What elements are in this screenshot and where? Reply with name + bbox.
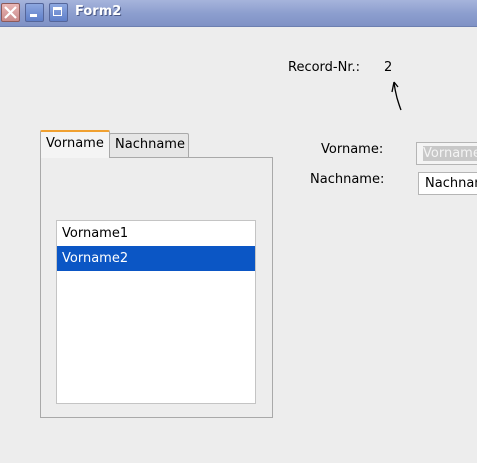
maximize-button[interactable] xyxy=(49,3,68,22)
list-item[interactable]: Vorname1 xyxy=(57,221,255,246)
tab-label: Vorname xyxy=(46,136,104,151)
list-item-selected[interactable]: Vorname2 xyxy=(57,246,255,271)
tab-vorname[interactable]: Vorname xyxy=(40,130,110,158)
nachname-label: Nachname: xyxy=(310,172,385,187)
vorname-field[interactable]: Vorname xyxy=(416,142,477,165)
nachname-field-value: Nachname xyxy=(425,176,477,191)
list-item-label: Vorname2 xyxy=(62,251,129,266)
tab-nachname[interactable]: Nachname xyxy=(109,133,189,157)
record-number-value: 2 xyxy=(384,60,393,75)
close-button[interactable] xyxy=(1,3,20,22)
vorname-field-value: Vorname xyxy=(423,146,477,161)
nachname-field[interactable]: Nachname xyxy=(418,172,477,195)
vorname-list[interactable]: Vorname1 Vorname2 xyxy=(56,220,256,404)
hand-drawn-arrow-icon xyxy=(391,81,402,111)
list-item-label: Vorname1 xyxy=(62,226,129,241)
minimize-icon xyxy=(30,14,37,17)
form2-window: Form2 Record-Nr.: 2 Vorname Nachname Vor… xyxy=(0,0,477,463)
window-title: Form2 xyxy=(75,4,122,19)
vorname-label: Vorname: xyxy=(321,142,384,157)
maximize-icon xyxy=(53,7,62,16)
title-bar[interactable]: Form2 xyxy=(0,0,477,27)
tab-label: Nachname xyxy=(115,137,185,152)
minimize-button[interactable] xyxy=(25,3,44,22)
close-icon xyxy=(4,6,17,19)
record-number-label: Record-Nr.: xyxy=(288,60,360,75)
tab-panel-vorname: Vorname1 Vorname2 xyxy=(40,157,273,418)
